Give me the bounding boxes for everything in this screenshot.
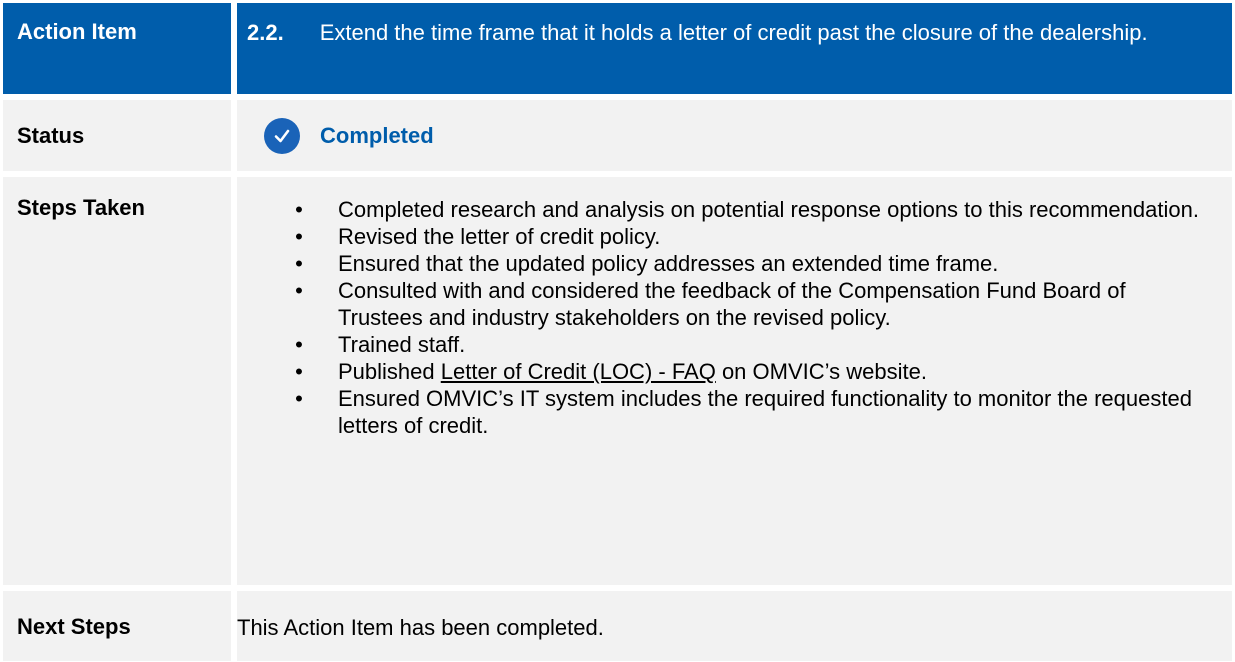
next-steps-row: Next Steps This Action Item has been com… xyxy=(3,591,1232,661)
action-item-description: 2.2. Extend the time frame that it holds … xyxy=(237,3,1232,94)
next-steps-text: This Action Item has been completed. xyxy=(237,591,1232,661)
list-item: • Ensured that the updated policy addres… xyxy=(237,250,1232,277)
steps-taken-row: Steps Taken • Completed research and ana… xyxy=(3,177,1232,585)
loc-faq-link[interactable]: Letter of Credit (LOC) - FAQ xyxy=(441,359,716,384)
action-item-text: Extend the time frame that it holds a le… xyxy=(319,20,1148,45)
bullet-icon: • xyxy=(295,386,303,411)
step-text-suffix: on OMVIC’s website. xyxy=(715,359,927,384)
bullet-icon: • xyxy=(295,278,303,303)
step-text: Consulted with and considered the feedba… xyxy=(338,278,1126,330)
bullet-icon: • xyxy=(295,224,303,249)
list-item: • Consulted with and considered the feed… xyxy=(237,277,1232,331)
list-item: • Completed research and analysis on pot… xyxy=(237,196,1232,223)
step-text: Completed research and analysis on poten… xyxy=(338,197,1199,222)
action-item-number: 2.2. xyxy=(247,20,284,45)
action-item-label: Action Item xyxy=(3,3,231,94)
action-item-row: Action Item 2.2. Extend the time frame th… xyxy=(3,3,1232,94)
step-text: Published Letter of Credit (LOC) - FAQ o… xyxy=(338,358,1232,385)
list-item: • Trained staff. xyxy=(237,331,1232,358)
steps-list: • Completed research and analysis on pot… xyxy=(237,196,1232,439)
action-item-table: Action Item 2.2. Extend the time frame th… xyxy=(3,3,1232,661)
status-label: Status xyxy=(3,100,231,171)
step-text-prefix: Published xyxy=(338,359,441,384)
list-item: • Published Letter of Credit (LOC) - FAQ… xyxy=(237,358,1232,385)
status-row: Status Completed xyxy=(3,100,1232,171)
next-steps-label: Next Steps xyxy=(3,591,231,661)
step-text: Trained staff. xyxy=(338,332,466,357)
step-text: Ensured OMVIC’s IT system includes the r… xyxy=(338,386,1192,438)
list-item: • Revised the letter of credit policy. xyxy=(237,223,1232,250)
bullet-icon: • xyxy=(295,332,303,357)
checkmark-circle-icon xyxy=(264,117,300,154)
step-text: Ensured that the updated policy addresse… xyxy=(338,251,999,276)
steps-taken-cell: • Completed research and analysis on pot… xyxy=(237,177,1232,585)
steps-taken-label: Steps Taken xyxy=(3,177,231,585)
status-cell: Completed xyxy=(237,100,1232,171)
status-badge: Completed xyxy=(320,123,434,148)
bullet-icon: • xyxy=(295,251,303,276)
bullet-icon: • xyxy=(295,359,303,384)
list-item: • Ensured OMVIC’s IT system includes the… xyxy=(237,385,1232,439)
bullet-icon: • xyxy=(295,197,303,222)
step-text: Revised the letter of credit policy. xyxy=(338,224,661,249)
